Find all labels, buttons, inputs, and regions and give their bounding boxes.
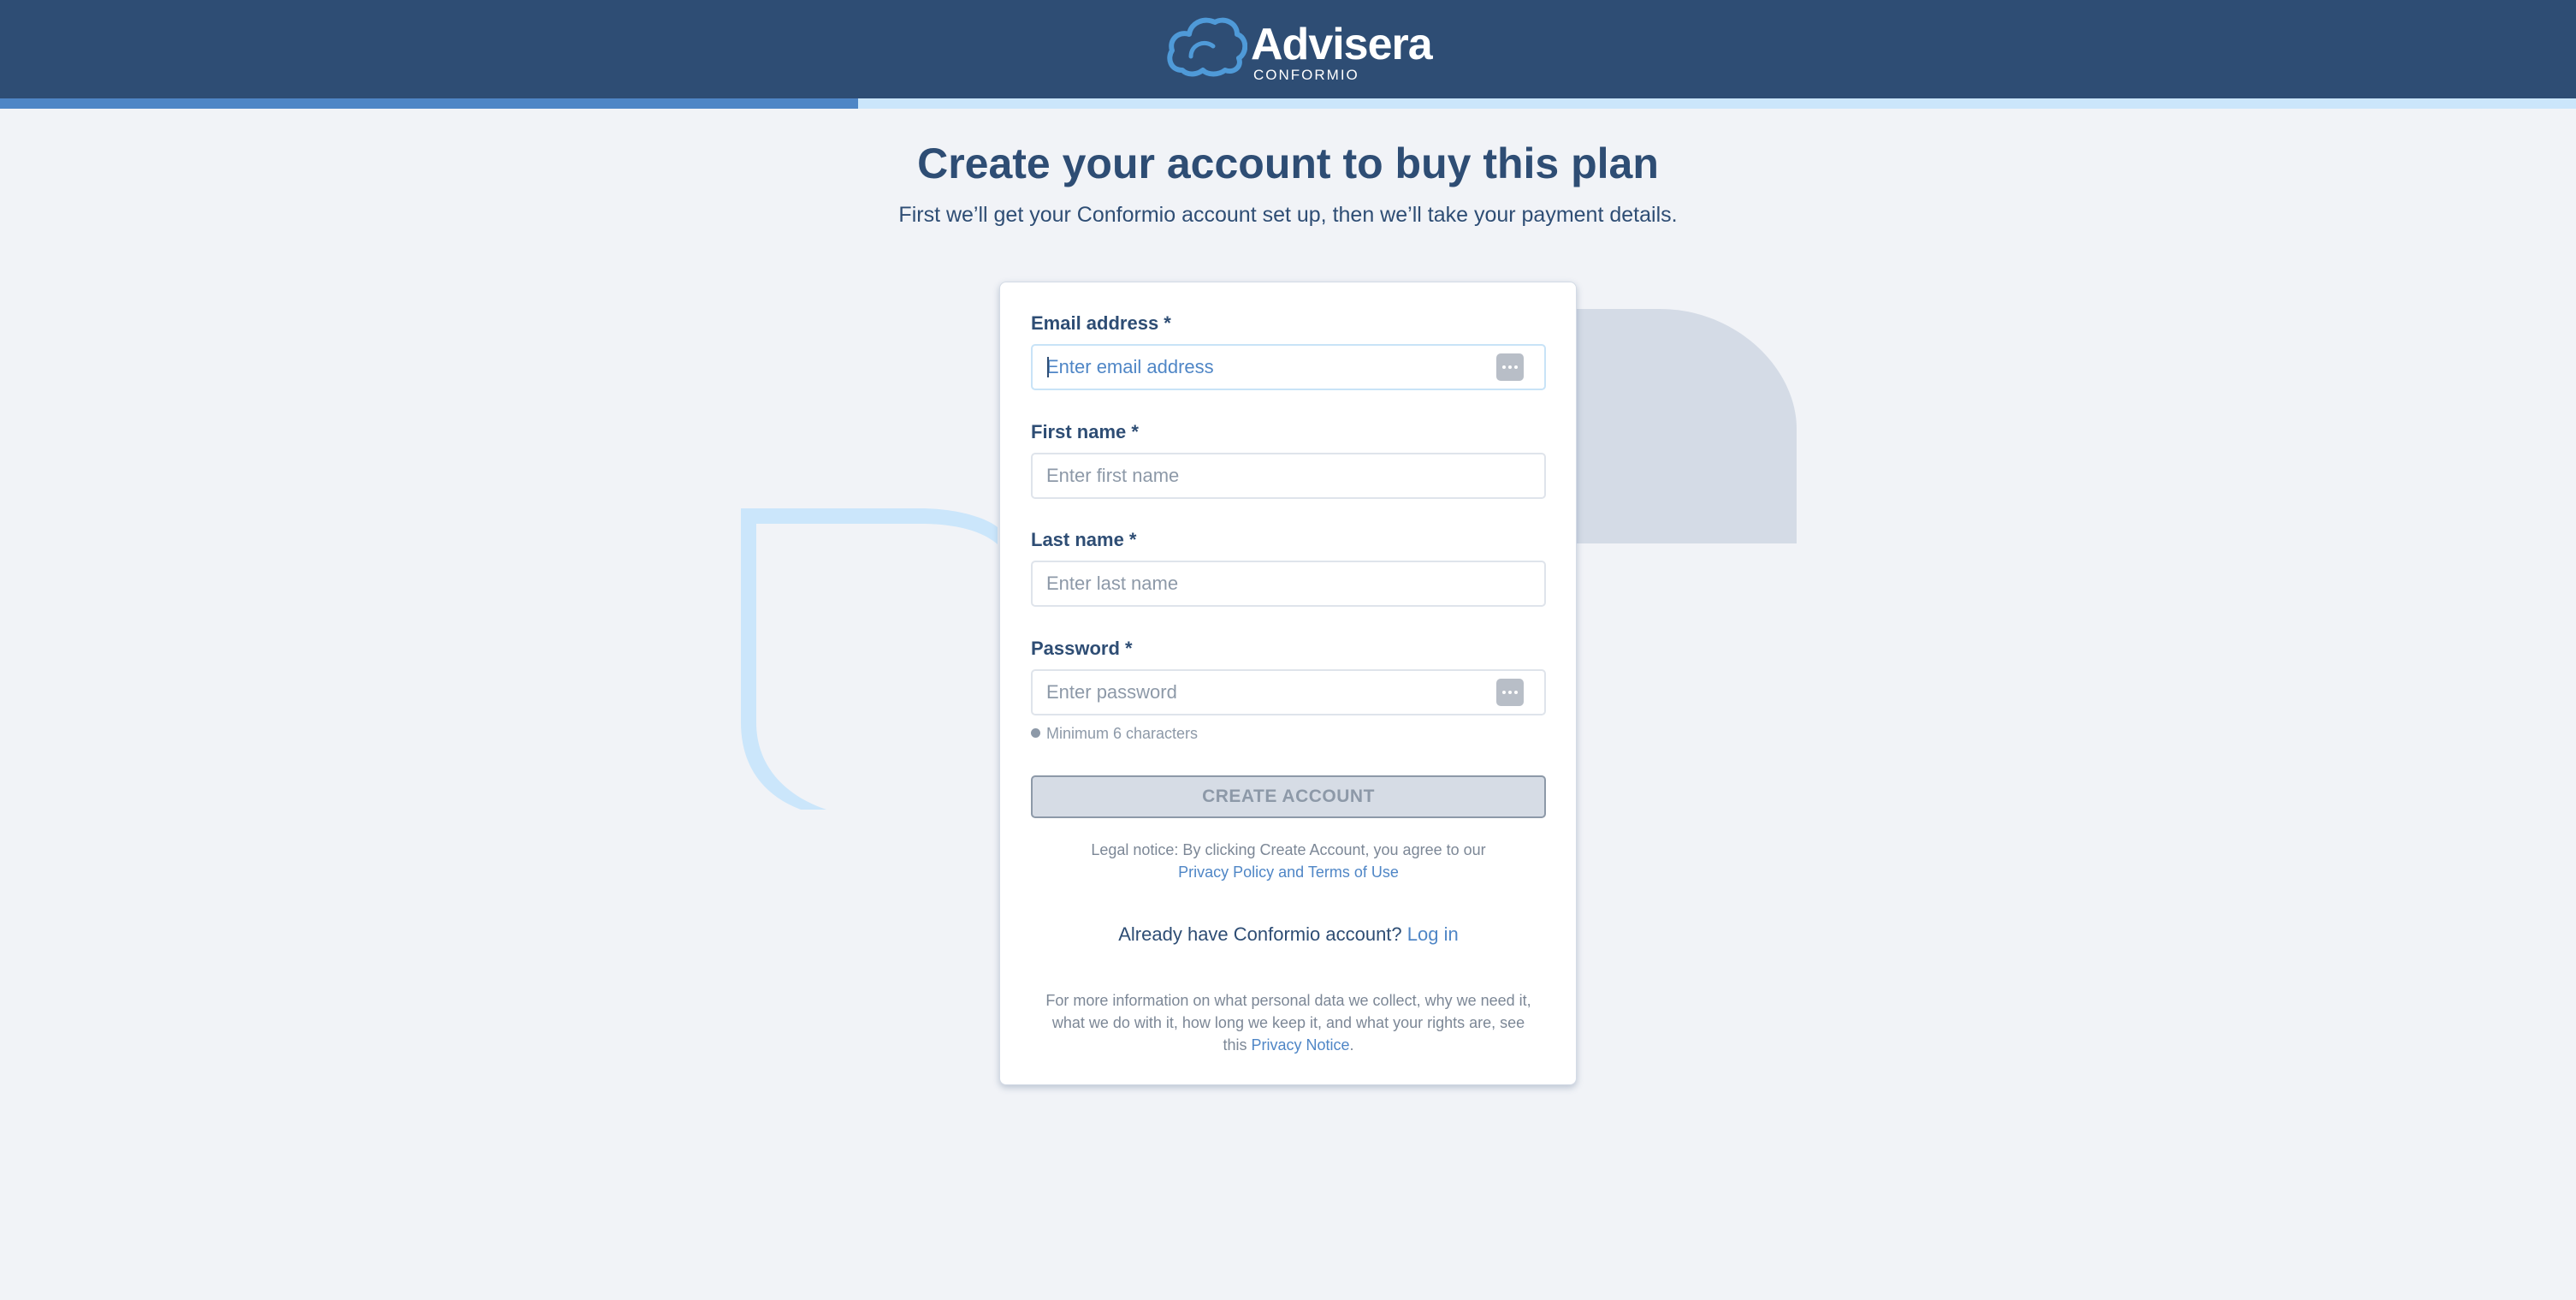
first-name-label: First name *	[1031, 421, 1139, 442]
last-name-field[interactable]	[1031, 561, 1546, 607]
cloud-icon	[1167, 17, 1247, 77]
page-title: Create your account to buy this plan	[917, 139, 1659, 187]
more-dots-icon[interactable]	[1496, 679, 1524, 706]
text-cursor	[1047, 357, 1049, 377]
advisera-logo[interactable]: Advisera CONFORMIO	[1165, 14, 1433, 84]
login-link[interactable]: Log in	[1407, 923, 1459, 945]
privacy-info-line-2: what we do with it, how long we keep it,…	[1051, 1014, 1525, 1031]
privacy-info: For more information on what personal da…	[1026, 989, 1551, 1056]
password-label: Password *	[1031, 638, 1133, 659]
first-name-field[interactable]	[1031, 453, 1546, 499]
legal-notice: Legal notice: By clicking Create Account…	[1031, 839, 1546, 883]
product-name: CONFORMIO	[1253, 67, 1359, 83]
signup-progress-bar	[0, 98, 2576, 109]
more-dots-icon[interactable]	[1496, 353, 1524, 381]
email-label: Email address *	[1031, 312, 1171, 334]
password-field[interactable]	[1031, 669, 1546, 715]
privacy-info-suffix: .	[1349, 1036, 1354, 1054]
decorative-shape-left	[741, 508, 998, 810]
password-input[interactable]	[1046, 671, 1474, 714]
decorative-shape-right	[1540, 309, 1797, 543]
first-name-input[interactable]	[1046, 454, 1474, 497]
signup-form-card: Email address * First name * Last name *…	[999, 282, 1577, 1085]
last-name-input[interactable]	[1046, 562, 1474, 605]
privacy-info-line-1: For more information on what personal da…	[1045, 992, 1531, 1009]
login-prompt: Already have Conformio account? Log in	[1031, 921, 1546, 948]
progress-fill	[0, 98, 858, 109]
login-prompt-text: Already have Conformio account?	[1118, 923, 1402, 945]
brand-name: Advisera	[1251, 20, 1433, 69]
email-input[interactable]	[1046, 346, 1474, 389]
header-bar: Advisera CONFORMIO	[0, 0, 2576, 98]
password-hint-text: Minimum 6 characters	[1046, 725, 1199, 742]
page-subtitle: First we’ll get your Conformio account s…	[898, 203, 1678, 227]
requirement-bullet-icon	[1031, 728, 1040, 738]
last-name-label: Last name *	[1031, 529, 1137, 550]
create-account-button[interactable]: CREATE ACCOUNT	[1031, 775, 1546, 818]
legal-notice-text: Legal notice: By clicking Create Account…	[1091, 841, 1486, 858]
privacy-notice-link[interactable]: Privacy Notice	[1251, 1036, 1349, 1054]
email-field[interactable]	[1031, 344, 1546, 390]
privacy-terms-link[interactable]: Privacy Policy and Terms of Use	[1178, 864, 1399, 881]
privacy-info-prefix: this	[1223, 1036, 1247, 1054]
